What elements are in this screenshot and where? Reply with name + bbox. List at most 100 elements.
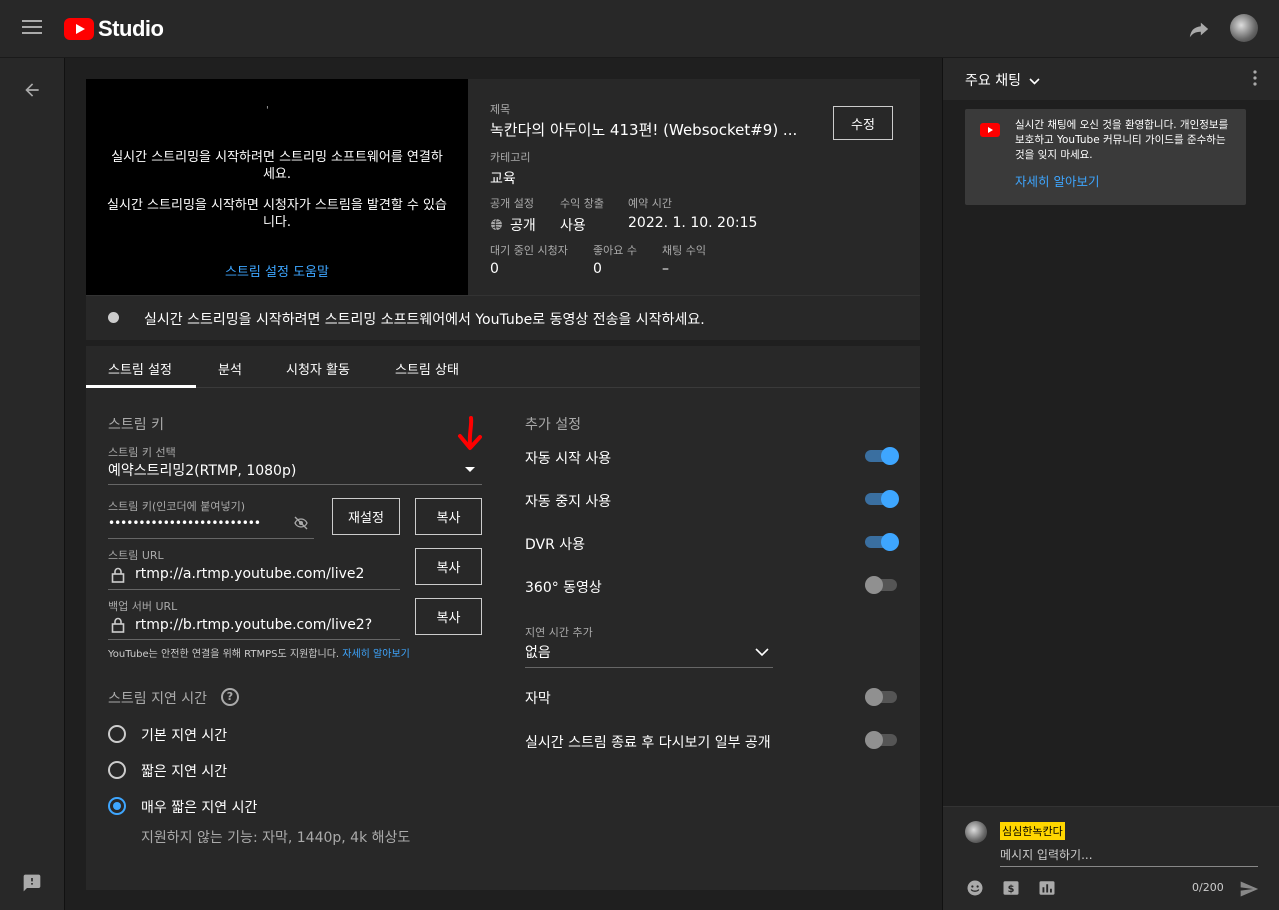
waiting-viewers-label: 대기 중인 시청자 (490, 244, 568, 257)
chat-mode-label: 주요 채팅 (965, 73, 1021, 89)
chat-mode-selector[interactable]: 주요 채팅 (965, 70, 1041, 90)
stream-url-input[interactable]: rtmp://a.rtmp.youtube.com/live2 (135, 566, 364, 582)
stream-key-select-label: 스트림 키 선택 (108, 446, 176, 459)
chevron-down-icon (1029, 78, 1041, 85)
character-count: 0/200 (1192, 881, 1224, 894)
title-label: 제목 (490, 103, 511, 116)
toggle-knob (881, 533, 899, 551)
youtube-logo-icon (64, 18, 94, 40)
stream-settings-panel: 스트림 키 스트림 키 선택 예약스트리밍2(RTMP, 1080p) 스트림 … (86, 388, 920, 890)
dvr-toggle[interactable] (865, 532, 899, 552)
chat-username: 심심한녹칸다 (1000, 822, 1065, 840)
radio-ultra-low-latency[interactable] (108, 797, 126, 815)
feedback-icon[interactable] (22, 873, 42, 893)
share-icon[interactable] (1188, 18, 1210, 40)
studio-logo[interactable]: Studio (64, 16, 164, 42)
stream-key-underline (108, 538, 314, 539)
welcome-learn-more-link[interactable]: 자세히 알아보기 (1015, 171, 1099, 190)
add-delay-label: 지연 시간 추가 (525, 626, 593, 639)
super-chat-icon[interactable]: $ (1002, 879, 1020, 897)
monetization-label: 수익 창출 (560, 197, 604, 210)
low-latency-label: 짧은 지연 시간 (141, 764, 228, 780)
radio-low-latency[interactable] (108, 761, 126, 779)
copy-url-button[interactable]: 복사 (415, 548, 482, 585)
more-options-icon[interactable] (1253, 70, 1257, 86)
welcome-text: 실시간 채팅에 오신 것을 환영합니다. 개인정보를 보호하고 YouTube … (1015, 119, 1229, 161)
reset-key-button[interactable]: 재설정 (332, 498, 400, 535)
stream-setup-help-link[interactable]: 스트림 설정 도움말 (86, 261, 468, 280)
unsupported-features-text: 지원하지 않는 기능: 자막, 1440p, 4k 해상도 (141, 830, 411, 846)
tab-bar: 스트림 설정 분석 시청자 활동 스트림 상태 (86, 346, 920, 388)
vr360-label: 360° 동영상 (525, 580, 602, 596)
latency-section-title: 스트림 지연 시간 (108, 691, 208, 707)
send-icon[interactable] (1239, 879, 1259, 899)
waiting-viewers-value: 0 (490, 261, 499, 277)
account-avatar[interactable] (1230, 14, 1258, 42)
stream-key-section-title: 스트림 키 (108, 417, 164, 433)
toggle-knob (865, 576, 883, 594)
hamburger-menu-icon[interactable] (22, 20, 42, 36)
emoji-icon[interactable] (966, 879, 984, 897)
add-delay-underline (525, 667, 773, 668)
preview-connect-message: 실시간 스트리밍을 시작하려면 스트리밍 소프트웨어를 연결하세요. (111, 150, 443, 182)
clips-toggle[interactable] (865, 730, 899, 750)
vr360-toggle[interactable] (865, 575, 899, 595)
stream-key-label: 스트림 키(인코더에 붙여넣기) (108, 500, 246, 513)
captions-toggle[interactable] (865, 687, 899, 707)
svg-text:$: $ (1008, 884, 1015, 895)
extra-settings-title: 추가 설정 (525, 417, 581, 433)
chat-message-input[interactable]: 메시지 입력하기... (1000, 846, 1258, 867)
chevron-down-icon[interactable] (755, 648, 769, 657)
backup-url-label: 백업 서버 URL (108, 600, 178, 613)
likes-value: 0 (593, 261, 602, 277)
user-avatar (965, 821, 987, 843)
stream-url-label: 스트림 URL (108, 549, 164, 562)
toggle-knob (865, 688, 883, 706)
tab-stream-health[interactable]: 스트림 상태 (395, 359, 459, 378)
visibility-off-icon[interactable] (292, 515, 310, 531)
youtube-logo-icon (980, 123, 1000, 137)
chat-revenue-label: 채팅 수익 (662, 244, 706, 257)
live-chat-panel: 주요 채팅 실시간 채팅에 오신 것을 환영합니다. 개인정보를 보호하고 Yo… (942, 58, 1279, 910)
stream-key-select-value[interactable]: 예약스트리밍2(RTMP, 1080p) (108, 460, 296, 480)
visibility-value: 공개 (510, 218, 536, 234)
add-delay-value[interactable]: 없음 (525, 642, 551, 662)
copy-key-button[interactable]: 복사 (415, 498, 482, 535)
dvr-label: DVR 사용 (525, 537, 586, 553)
stream-preview: ' 실시간 스트리밍을 시작하려면 스트리밍 소프트웨어를 연결하세요. 실시간… (86, 79, 468, 295)
backup-url-input[interactable]: rtmp://b.rtmp.youtube.com/live2?bac (135, 617, 373, 633)
edit-button[interactable]: 수정 (833, 106, 893, 140)
monetization-value: 사용 (560, 218, 586, 234)
dropdown-caret-icon[interactable] (464, 466, 476, 474)
tab-viewer-activity[interactable]: 시청자 활동 (286, 359, 350, 378)
radio-normal-latency[interactable] (108, 725, 126, 743)
stream-key-input[interactable]: ••••••••••••••••••••••••• (108, 516, 261, 530)
stream-info-panel: 제목 녹칸다의 아두이노 413편! (Websocket#9) ... 수정 … (468, 79, 920, 295)
chat-composer: 심심한녹칸다 메시지 입력하기... $ 0/200 (943, 806, 1279, 910)
lock-icon (111, 617, 125, 633)
chat-welcome-message: 실시간 채팅에 오신 것을 환영합니다. 개인정보를 보호하고 YouTube … (965, 109, 1246, 205)
back-arrow-icon[interactable] (22, 80, 42, 100)
auto-stop-toggle[interactable] (865, 489, 899, 509)
scheduled-label: 예약 시간 (628, 197, 672, 210)
top-bar: Studio (0, 0, 1279, 58)
category-value: 교육 (490, 171, 516, 187)
preview-discover-message: 실시간 스트리밍을 시작하면 시청자가 스트림을 발견할 수 있습니다. (107, 198, 447, 230)
tab-stream-settings[interactable]: 스트림 설정 (108, 359, 172, 378)
copy-backup-url-button[interactable]: 복사 (415, 598, 482, 635)
toggle-knob (865, 731, 883, 749)
rtmps-learn-more-link[interactable]: 자세히 알아보기 (342, 649, 410, 660)
help-icon[interactable]: ? (221, 688, 239, 706)
auto-start-toggle[interactable] (865, 446, 899, 466)
likes-label: 좋아요 수 (593, 244, 637, 257)
chat-header: 주요 채팅 (943, 58, 1279, 100)
toggle-knob (881, 447, 899, 465)
status-text: 실시간 스트리밍을 시작하려면 스트리밍 소프트웨어에서 YouTube로 동영… (144, 312, 705, 328)
chat-revenue-value: – (662, 261, 669, 277)
status-dot-icon (108, 312, 119, 323)
studio-logo-text: Studio (98, 16, 164, 41)
tab-analytics[interactable]: 분석 (218, 359, 242, 378)
poll-icon[interactable] (1038, 879, 1056, 897)
toggle-knob (881, 490, 899, 508)
rtmps-note-text: YouTube는 안전한 연결을 위해 RTMPS도 지원합니다. (108, 649, 340, 660)
